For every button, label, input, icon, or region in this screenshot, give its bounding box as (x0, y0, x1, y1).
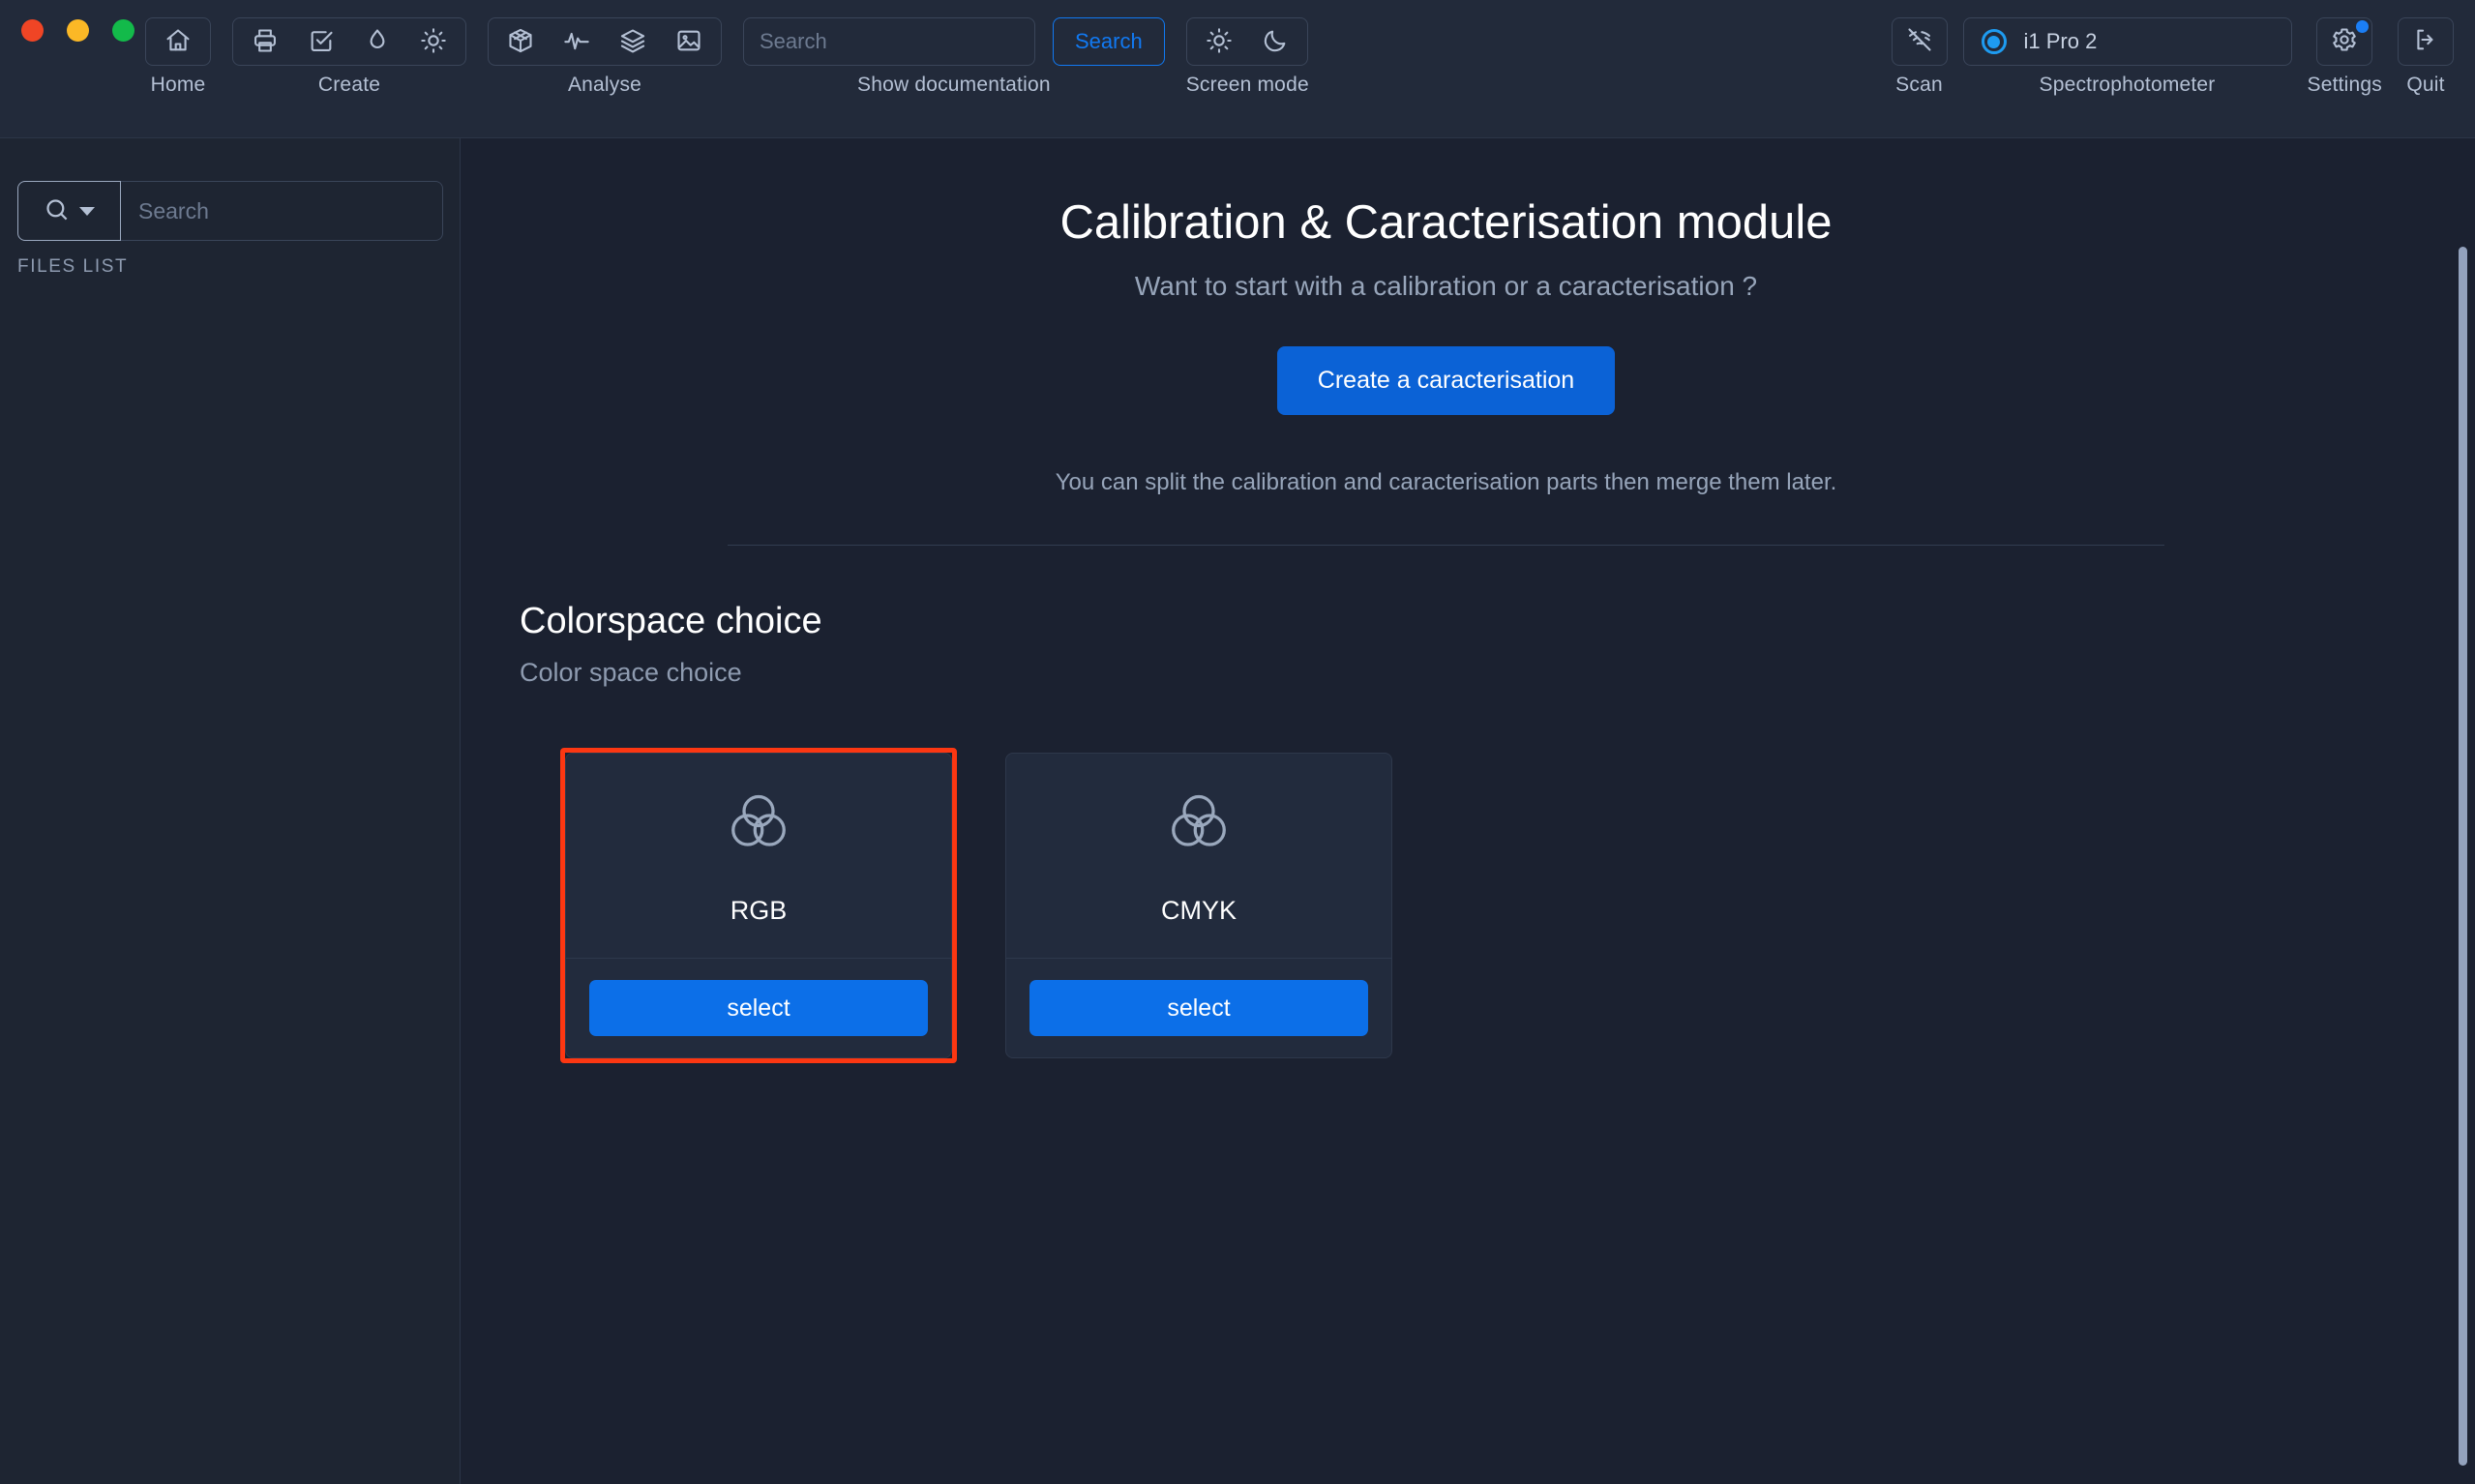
top-toolbar: Home Create Analyse Search Search Show d… (0, 0, 2475, 138)
documentation-search-input[interactable] (743, 17, 1035, 66)
layers-icon (619, 27, 646, 57)
sidebar: FILES LIST (0, 138, 461, 1484)
spectrophotometer-selector[interactable]: i1 Pro 2 (1962, 17, 2292, 66)
create-caracterisation-button[interactable]: Create a caracterisation (1276, 346, 1616, 415)
cube-3d-icon (507, 27, 534, 57)
quit-button[interactable] (2398, 17, 2454, 66)
toolbar-group-home: Home (145, 17, 211, 97)
toolbar-right-cluster: Scan i1 Pro 2 Spectrophotometer Settings (1891, 17, 2454, 97)
page-subtitle: Want to start with a calibration or a ca… (1134, 271, 1758, 301)
documentation-row: Search (743, 17, 1165, 66)
moon-icon (1262, 27, 1289, 57)
section-divider (728, 545, 2164, 546)
layers-button[interactable] (605, 18, 661, 65)
split-merge-note: You can split the calibration and caract… (1055, 469, 1837, 495)
spectrophotometer-device-name: i1 Pro 2 (2023, 29, 2098, 53)
window-controls (21, 19, 134, 42)
settings-button[interactable] (2316, 17, 2373, 66)
toolbar-group-scan: Scan (1891, 17, 1948, 97)
scan-label: Scan (1895, 74, 1943, 96)
venn-three-circles-icon (724, 787, 793, 861)
image-icon (675, 27, 702, 57)
colorspace-card-cmyk-body: CMYK (1006, 754, 1391, 959)
toolbar-group-analyse: Analyse (488, 17, 722, 97)
colorspace-card-cmyk-wrap: CMYK select (1000, 748, 1397, 1063)
ink-button[interactable] (349, 18, 405, 65)
colorspace-card-cmyk[interactable]: CMYK select (1005, 753, 1392, 1058)
colorspace-card-cmyk-footer: select (1006, 959, 1391, 1057)
search-icon (44, 196, 70, 225)
colorspace-section-subtitle: Color space choice (520, 658, 742, 687)
home-icon (164, 27, 192, 57)
settings-notification-badge (2356, 20, 2370, 33)
chevron-down-icon (79, 206, 95, 216)
colorspace-card-list: RGB select CMYK select (560, 748, 2430, 1063)
pulse-activity-icon (563, 27, 590, 57)
toolbar-group-spectrophotometer: i1 Pro 2 Spectrophotometer (1962, 17, 2292, 97)
toolbar-group-home-label: Home (150, 74, 206, 96)
toolbar-group-create: Create (232, 17, 466, 97)
device-status-indicator-icon (1981, 29, 2007, 54)
spectrophotometer-label: Spectrophotometer (2039, 74, 2216, 96)
image-button[interactable] (661, 18, 717, 65)
toolbar-group-create-label: Create (317, 74, 381, 96)
create-caracterisation-wrap: Create a caracterisation (462, 346, 2430, 415)
colorspace-card-rgb-footer: select (566, 959, 951, 1057)
logout-icon (2412, 26, 2439, 58)
main-content: Calibration & Caracterisation module Wan… (462, 138, 2475, 1484)
toolbar-group-home-box (145, 17, 211, 66)
files-list-heading: FILES LIST (17, 256, 129, 277)
sidebar-search (17, 181, 443, 241)
documentation-group: Search Show documentation (743, 17, 1165, 97)
close-window-button[interactable] (21, 19, 44, 42)
content-wrapper: Calibration & Caracterisation module Wan… (462, 195, 2430, 1063)
sidebar-search-input[interactable] (121, 181, 443, 241)
sun-icon (420, 27, 447, 57)
main-scrollbar[interactable] (2459, 247, 2467, 1466)
gamut-3d-button[interactable] (492, 18, 549, 65)
gear-icon (2331, 26, 2358, 58)
minimize-window-button[interactable] (67, 19, 89, 42)
dark-mode-button[interactable] (1247, 18, 1303, 65)
colorspace-card-rgb[interactable]: RGB select (565, 753, 952, 1058)
toolbar-group-settings: Settings (2308, 17, 2382, 97)
select-cmyk-button[interactable]: select (1029, 980, 1368, 1036)
toolbar-group-analyse-label: Analyse (567, 74, 642, 96)
home-button[interactable] (150, 18, 206, 65)
colorspace-card-rgb-name: RGB (730, 895, 788, 925)
screen-mode-box (1186, 17, 1309, 66)
light-mode-button[interactable] (1191, 18, 1247, 65)
curve-button[interactable] (549, 18, 605, 65)
scan-button[interactable] (1891, 17, 1948, 66)
documentation-search-button[interactable]: Search (1053, 17, 1165, 66)
sidebar-search-filter-button[interactable] (17, 181, 121, 241)
printer-icon (252, 27, 279, 57)
brightness-button[interactable] (405, 18, 462, 65)
toolbar-group-analyse-box (488, 17, 722, 66)
toolbar-group-create-box (232, 17, 466, 66)
toolbar-groups: Home Create Analyse Search Search Show d… (145, 17, 1309, 97)
maximize-window-button[interactable] (112, 19, 134, 42)
colorspace-section: Colorspace choice Color space choice RGB… (520, 601, 2430, 1063)
select-rgb-button[interactable]: select (589, 980, 928, 1036)
settings-label: Settings (2307, 74, 2382, 96)
sun-icon (1206, 27, 1233, 57)
venn-three-circles-icon (1164, 787, 1234, 861)
colorspace-card-rgb-body: RGB (566, 754, 951, 959)
colorspace-card-rgb-highlight: RGB select (560, 748, 957, 1063)
print-button[interactable] (237, 18, 293, 65)
toolbar-group-screen-mode: Screen mode (1186, 17, 1309, 97)
checkbox-task-icon (308, 27, 335, 57)
toolbar-group-quit: Quit (2398, 17, 2454, 97)
wifi-off-icon (1906, 26, 1933, 58)
droplet-icon (364, 27, 391, 57)
task-button[interactable] (293, 18, 349, 65)
page-title: Calibration & Caracterisation module (1059, 196, 1833, 249)
screen-mode-label: Screen mode (1185, 74, 1309, 96)
documentation-label: Show documentation (856, 74, 1051, 96)
quit-label: Quit (2406, 74, 2445, 96)
colorspace-card-cmyk-name: CMYK (1160, 895, 1237, 925)
colorspace-section-title: Colorspace choice (520, 601, 822, 641)
